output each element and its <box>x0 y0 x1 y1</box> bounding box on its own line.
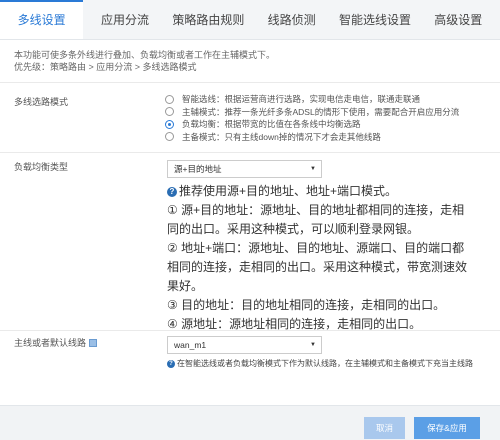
help-line: ③ 目的地址：目的地址相同的连接，走相同的出口。 <box>167 298 446 312</box>
default-line-label: 主线或者默认线路 <box>14 338 87 348</box>
help-line: 果好。 <box>167 279 204 293</box>
balance-type-label: 负载均衡类型 <box>14 162 69 172</box>
cancel-button[interactable]: 取消 <box>364 417 405 439</box>
footer-bar: 取消 保存&应用 <box>0 405 500 440</box>
radio-button-selected[interactable] <box>165 119 174 129</box>
tab-bar: 多线设置 应用分流 策略路由规则 线路侦测 智能选线设置 高级设置 <box>0 0 500 40</box>
mode-option-primary-backup[interactable]: 主备模式：只有主线down掉的情况下才会走其他线路 <box>165 131 459 144</box>
balance-type-select[interactable]: 源+目的地址 ▼ <box>167 160 322 178</box>
balance-help-text: ? 推荐使用源+目的地址、地址+端口模式。 ① 源+目的地址：源地址、目的地址都相… <box>167 182 485 334</box>
tab-line-detection[interactable]: 线路侦测 <box>250 0 333 39</box>
mode-radio-group: 智能选线：根据运营商进行选路，实现电信走电信，联通走联通 主辅模式：推荐一条光纤… <box>165 93 459 143</box>
mode-option-smart[interactable]: 智能选线：根据运营商进行选路，实现电信走电信，联通走联通 <box>165 93 459 106</box>
mode-option-load-balance[interactable]: 负载均衡：根据带宽的比值在各条线中均衡选路 <box>165 118 459 131</box>
radio-button[interactable] <box>165 107 174 117</box>
description-line: 本功能可使多条外线进行叠加、负载均衡或者工作在主辅模式下。 <box>14 50 276 60</box>
question-icon: ? <box>167 360 175 368</box>
mode-label: 多线选路模式 <box>14 97 69 107</box>
default-line-select[interactable]: wan_m1 ▼ <box>167 336 322 354</box>
default-line-label-wrap: 主线或者默认线路 <box>14 336 98 349</box>
section-divider <box>0 82 500 83</box>
tab-multi-line-settings[interactable]: 多线设置 <box>0 0 84 39</box>
mode-option-label: 主辅模式：推荐一条光纤多条ADSL的情形下使用，需要配合开启应用分流 <box>182 106 460 117</box>
dropdown-arrow-icon: ▼ <box>310 342 316 348</box>
mode-option-label: 智能选线：根据运营商进行选路，实现电信走电信，联通走联通 <box>182 94 421 105</box>
mode-option-label: 负载均衡：根据带宽的比值在各条线中均衡选路 <box>182 119 361 130</box>
help-line: 推荐使用源+目的地址、地址+端口模式。 <box>179 184 398 198</box>
mode-option-primary-aux[interactable]: 主辅模式：推荐一条光纤多条ADSL的情形下使用，需要配合开启应用分流 <box>165 106 459 119</box>
save-apply-button[interactable]: 保存&应用 <box>414 417 480 439</box>
default-line-value: wan_m1 <box>174 340 207 350</box>
tab-smart-line-settings[interactable]: 智能选线设置 <box>333 0 416 39</box>
help-line: ① 源+目的地址：源地址、目的地址都相同的连接，走相 <box>167 203 465 217</box>
question-icon: ? <box>167 187 177 197</box>
page-description: 本功能可使多条外线进行叠加、负载均衡或者工作在主辅模式下。 优先级：策略路由 >… <box>14 49 275 73</box>
mode-option-label: 主备模式：只有主线down掉的情况下才会走其他线路 <box>182 131 381 142</box>
balance-type-value: 源+目的地址 <box>174 164 222 174</box>
radio-button[interactable] <box>165 132 174 142</box>
default-line-note-text: 在智能选线或者负载均衡模式下作为默认线路，在主辅模式和主备模式下充当主线路 <box>177 359 473 368</box>
help-line: ② 地址+端口：源地址、目的地址、源端口、目的端口都 <box>167 241 465 255</box>
help-line: ④ 源地址：源地址相同的连接，走相同的出口。 <box>167 317 422 331</box>
info-icon[interactable] <box>89 339 98 347</box>
help-line: 相同的连接，走相同的出口。采用这种模式，带宽测速效 <box>167 260 468 274</box>
help-line: 同的出口。采用这种模式，可以顺利登录网银。 <box>167 222 420 236</box>
tab-advanced-settings[interactable]: 高级设置 <box>417 0 500 39</box>
default-line-note: ? 在智能选线或者负载均衡模式下作为默认线路，在主辅模式和主备模式下充当主线路 <box>167 358 485 369</box>
section-divider <box>0 330 500 331</box>
priority-line: 优先级：策略路由 > 应用分流 > 多线选路模式 <box>14 62 197 72</box>
radio-button[interactable] <box>165 94 174 104</box>
tab-policy-route-rules[interactable]: 策略路由规则 <box>167 0 250 39</box>
tab-app-split[interactable]: 应用分流 <box>83 0 166 39</box>
section-divider <box>0 152 500 153</box>
dropdown-arrow-icon: ▼ <box>310 166 316 172</box>
